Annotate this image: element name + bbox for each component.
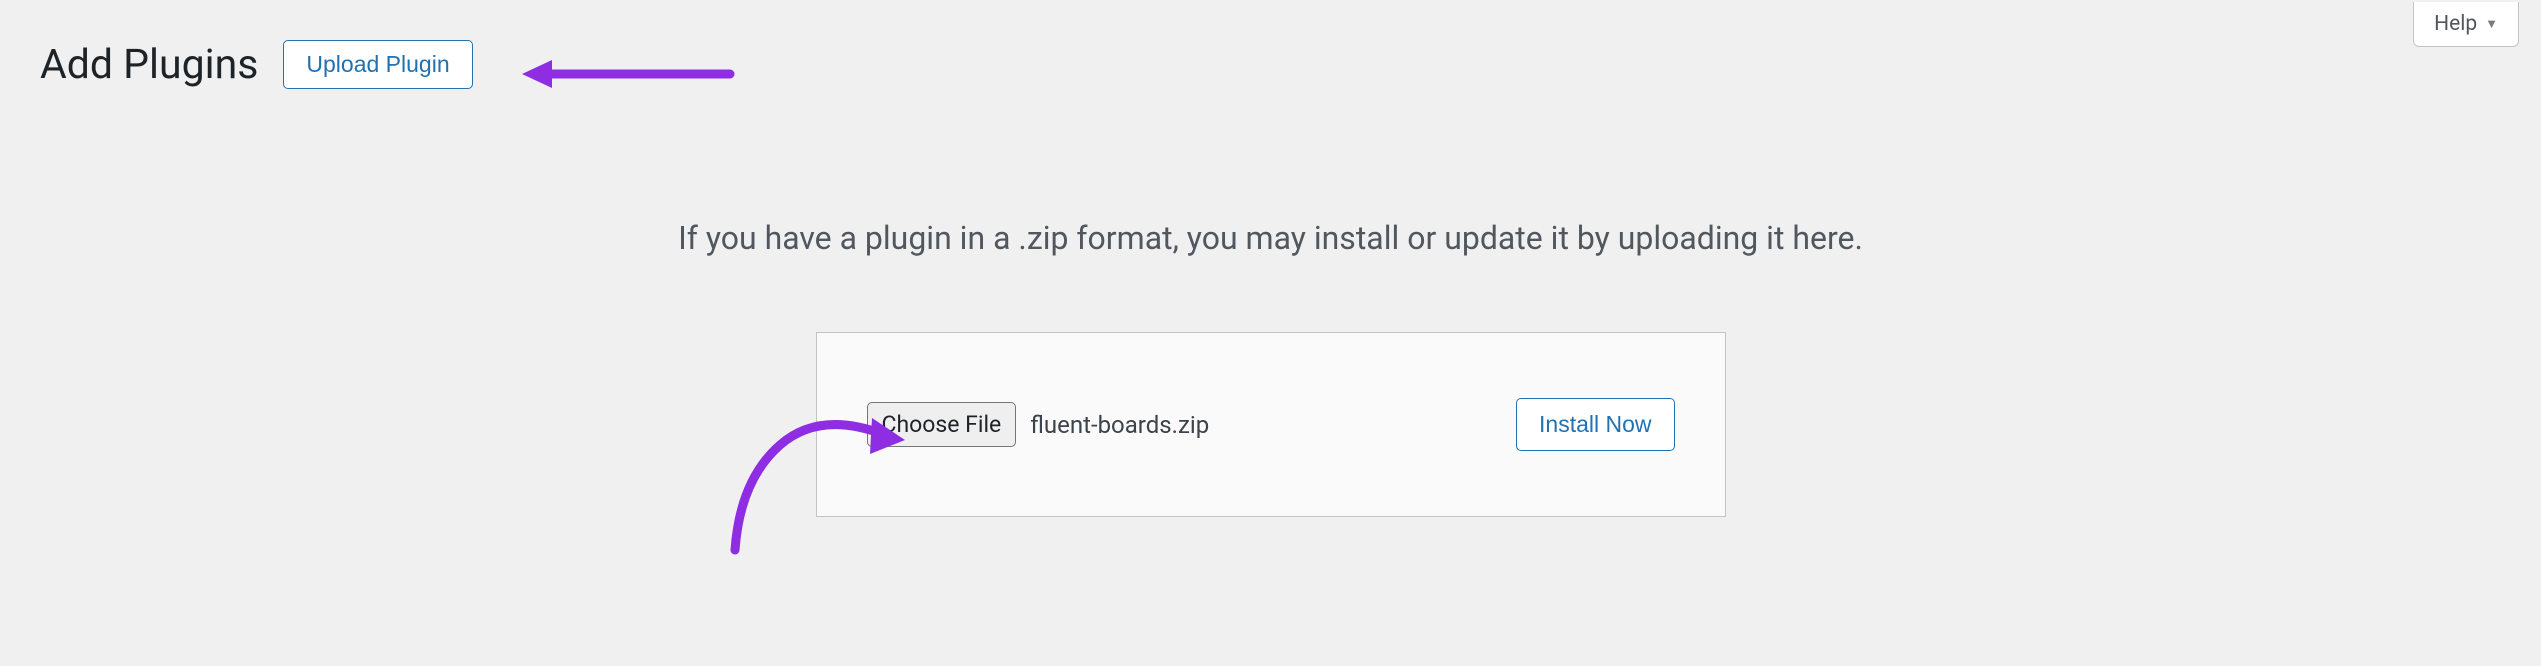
upload-form-container: Choose File fluent-boards.zip Install No… [816, 332, 1726, 517]
page-title: Add Plugins [40, 41, 258, 89]
upload-instruction-text: If you have a plugin in a .zip format, y… [0, 219, 2541, 257]
help-tab-label: Help [2434, 12, 2477, 36]
selected-filename: fluent-boards.zip [1030, 411, 1209, 439]
page-header: Add Plugins Upload Plugin [0, 0, 2541, 89]
install-now-button[interactable]: Install Now [1516, 398, 1674, 451]
file-input-group: Choose File fluent-boards.zip [867, 402, 1210, 447]
caret-down-icon: ▼ [2485, 16, 2498, 32]
upload-plugin-button[interactable]: Upload Plugin [283, 40, 472, 89]
help-tab[interactable]: Help ▼ [2413, 2, 2519, 47]
choose-file-button[interactable]: Choose File [867, 402, 1017, 447]
